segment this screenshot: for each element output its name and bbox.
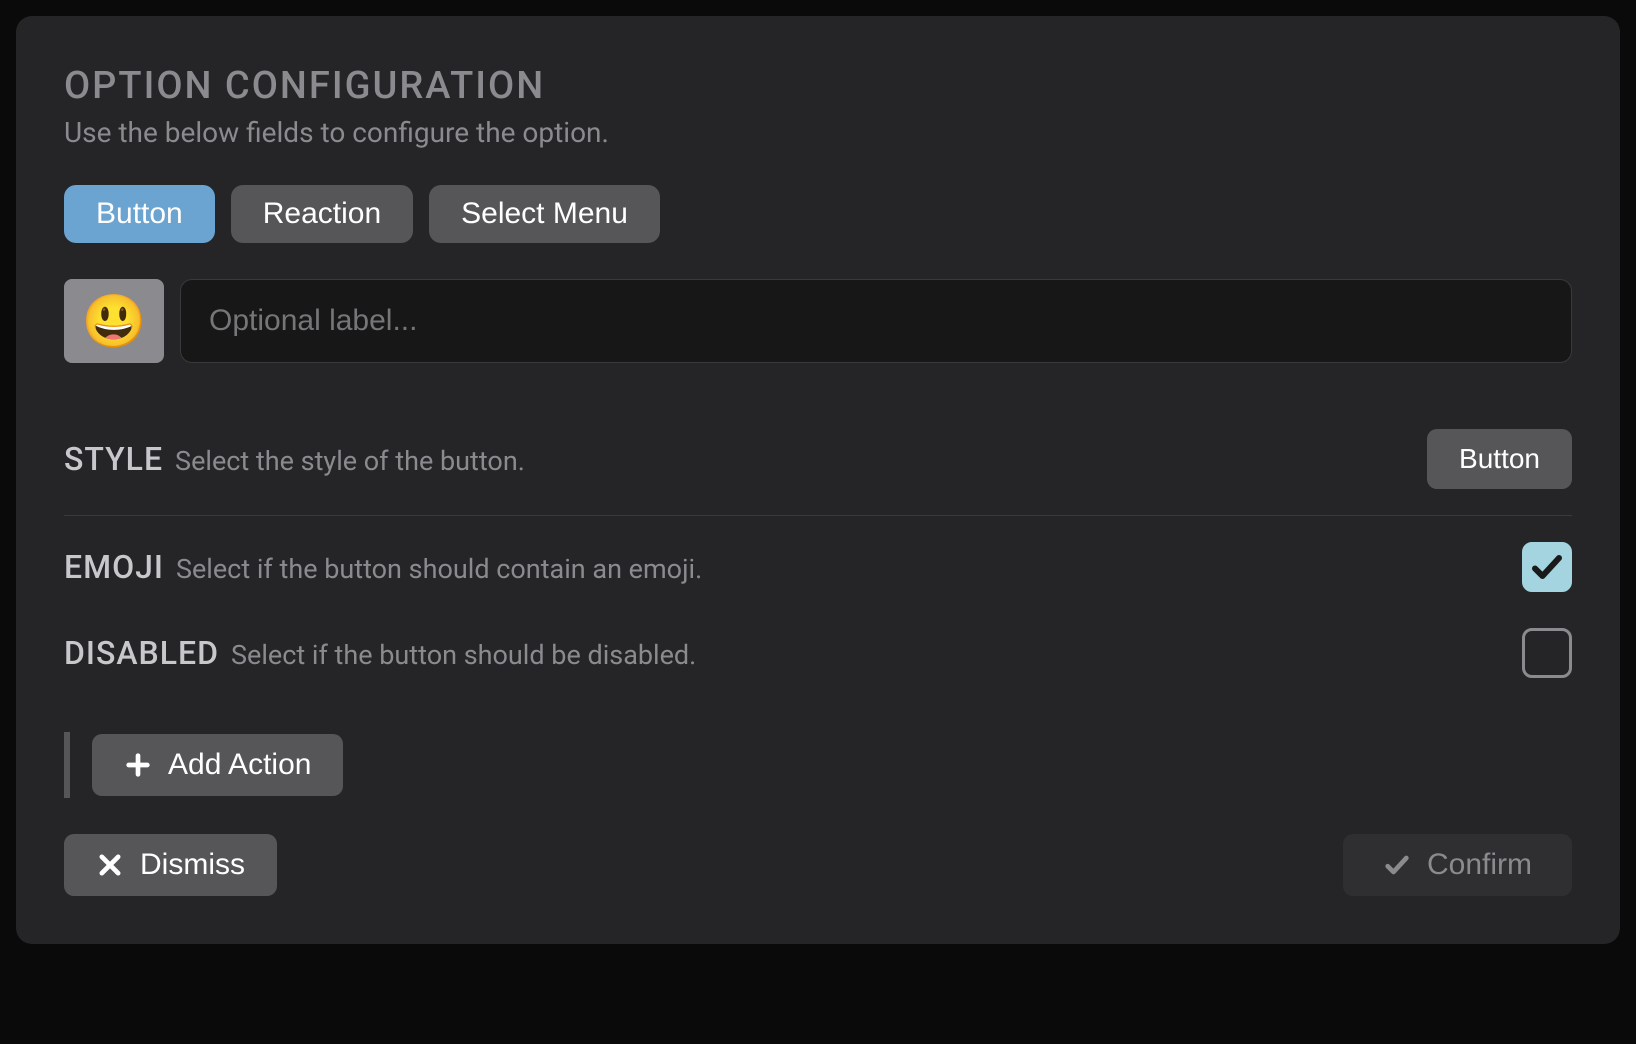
confirm-button[interactable]: Confirm <box>1343 834 1572 896</box>
style-label-group: STYLE Select the style of the button. <box>64 440 525 478</box>
emoji-option-row: EMOJI Select if the button should contai… <box>64 524 1572 610</box>
emoji-label-group: EMOJI Select if the button should contai… <box>64 548 702 586</box>
style-option-row: STYLE Select the style of the button. Bu… <box>64 411 1572 516</box>
confirm-label: Confirm <box>1427 848 1532 882</box>
tabs-row: Button Reaction Select Menu <box>64 185 1572 243</box>
dismiss-button[interactable]: Dismiss <box>64 834 277 896</box>
emoji-title: EMOJI <box>64 548 164 586</box>
disabled-option-row: DISABLED Select if the button should be … <box>64 610 1572 696</box>
add-action-button[interactable]: Add Action <box>92 734 343 796</box>
check-icon <box>1529 549 1565 585</box>
disabled-title: DISABLED <box>64 634 219 672</box>
emoji-desc: Select if the button should contain an e… <box>176 553 702 585</box>
style-select-button[interactable]: Button <box>1427 429 1572 489</box>
disabled-label-group: DISABLED Select if the button should be … <box>64 634 696 672</box>
close-icon <box>96 851 124 879</box>
modal-footer: Dismiss Confirm <box>64 834 1572 896</box>
emoji-picker-button[interactable]: 😃 <box>64 279 164 363</box>
add-action-row: Add Action <box>64 732 1572 798</box>
dismiss-label: Dismiss <box>140 848 245 882</box>
tab-button[interactable]: Button <box>64 185 215 243</box>
label-input[interactable] <box>180 279 1572 363</box>
modal-title: OPTION CONFIGURATION <box>64 64 1572 108</box>
tab-select-menu[interactable]: Select Menu <box>429 185 660 243</box>
plus-icon <box>124 751 152 779</box>
style-desc: Select the style of the button. <box>175 445 525 477</box>
action-indicator-bar <box>64 732 70 798</box>
check-icon <box>1383 851 1411 879</box>
grinning-emoji-icon: 😃 <box>82 291 147 352</box>
label-input-row: 😃 <box>64 279 1572 363</box>
style-title: STYLE <box>64 440 163 478</box>
option-configuration-modal: OPTION CONFIGURATION Use the below field… <box>16 16 1620 944</box>
modal-subtitle: Use the below fields to configure the op… <box>64 116 1572 149</box>
tab-reaction[interactable]: Reaction <box>231 185 413 243</box>
disabled-desc: Select if the button should be disabled. <box>231 639 696 671</box>
disabled-checkbox[interactable] <box>1522 628 1572 678</box>
add-action-label: Add Action <box>168 748 311 782</box>
emoji-checkbox[interactable] <box>1522 542 1572 592</box>
